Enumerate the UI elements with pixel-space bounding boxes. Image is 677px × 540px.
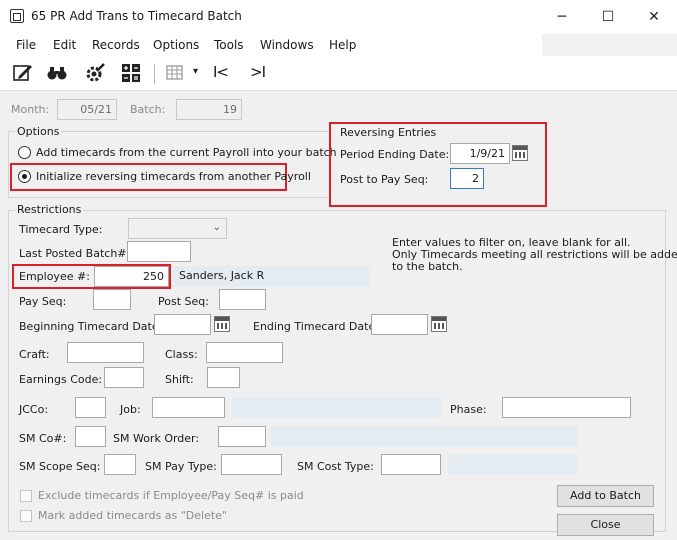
radio-add-current[interactable] bbox=[18, 146, 31, 159]
grid-dropdown-arrow[interactable]: ▾ bbox=[193, 66, 198, 77]
title-bar: 65 PR Add Trans to Timecard Batch ─ ☐ ✕ bbox=[0, 0, 677, 34]
menu-tools[interactable]: Tools bbox=[214, 38, 244, 52]
last-posted-batch-input[interactable] bbox=[127, 241, 191, 262]
shift-input[interactable] bbox=[207, 367, 240, 388]
post-to-pay-seq-label: Post to Pay Seq: bbox=[340, 173, 429, 186]
shift-label: Shift: bbox=[165, 373, 194, 386]
sm-pay-type-input[interactable] bbox=[221, 454, 282, 475]
exclude-paid-checkbox[interactable] bbox=[20, 490, 32, 502]
period-ending-date-input[interactable]: 1/9/21 bbox=[450, 143, 510, 164]
employee-name-value: Sanders, Jack R bbox=[179, 269, 265, 282]
timecard-type-label: Timecard Type: bbox=[19, 223, 103, 236]
last-record-button[interactable]: >I bbox=[250, 63, 266, 81]
last-posted-batch-label: Last Posted Batch#: bbox=[19, 247, 131, 260]
radio-initialize-reversing-label[interactable]: Initialize reversing timecards from anot… bbox=[36, 170, 311, 183]
first-record-button[interactable]: I< bbox=[213, 63, 229, 81]
class-input[interactable] bbox=[206, 342, 283, 363]
chevron-down-icon: ⌄ bbox=[212, 222, 221, 233]
batch-label: Batch: bbox=[130, 103, 166, 116]
mark-delete-checkbox[interactable] bbox=[20, 510, 32, 522]
toolbar-separator bbox=[154, 64, 155, 84]
sm-scope-seq-input[interactable] bbox=[104, 454, 136, 475]
sm-cost-type-description-display bbox=[448, 454, 578, 475]
post-to-pay-seq-value: 2 bbox=[472, 172, 479, 185]
batch-field: 19 bbox=[176, 99, 242, 120]
period-ending-date-value: 1/9/21 bbox=[469, 147, 505, 160]
sm-co-input[interactable] bbox=[75, 426, 106, 447]
menu-bar: File Edit Records Options Tools Windows … bbox=[0, 34, 677, 56]
app-icon bbox=[10, 9, 24, 23]
menu-file[interactable]: File bbox=[16, 38, 36, 52]
pay-seq-label: Pay Seq: bbox=[19, 295, 67, 308]
settings-icon[interactable] bbox=[84, 62, 106, 84]
calendar-icon[interactable] bbox=[431, 316, 447, 332]
reversing-entries-title: Reversing Entries bbox=[340, 126, 437, 139]
maximize-button[interactable]: ☐ bbox=[585, 0, 631, 34]
menu-records[interactable]: Records bbox=[92, 38, 140, 52]
month-label: Month: bbox=[11, 103, 50, 116]
batch-value: 19 bbox=[223, 103, 237, 116]
menu-help[interactable]: Help bbox=[329, 38, 356, 52]
timecard-type-select[interactable]: ⌄ bbox=[128, 218, 227, 239]
earnings-code-label: Earnings Code: bbox=[19, 373, 103, 386]
menu-windows[interactable]: Windows bbox=[260, 38, 314, 52]
post-to-pay-seq-input[interactable]: 2 bbox=[450, 168, 484, 189]
earnings-code-input[interactable] bbox=[104, 367, 144, 388]
job-label: Job: bbox=[120, 403, 141, 416]
sm-cost-type-label: SM Cost Type: bbox=[297, 460, 374, 473]
month-field: 05/21 bbox=[57, 99, 117, 120]
sm-work-order-label: SM Work Order: bbox=[113, 432, 200, 445]
minimize-button[interactable]: ─ bbox=[539, 0, 585, 34]
calendar-icon[interactable] bbox=[512, 145, 528, 161]
ending-timecard-date-label: Ending Timecard Date: bbox=[253, 320, 379, 333]
binoculars-icon[interactable] bbox=[46, 62, 68, 84]
sm-pay-type-label: SM Pay Type: bbox=[145, 460, 217, 473]
pay-seq-input[interactable] bbox=[93, 289, 131, 310]
beginning-timecard-date-label: Beginning Timecard Date: bbox=[19, 320, 163, 333]
post-seq-input[interactable] bbox=[219, 289, 266, 310]
options-title: Options bbox=[15, 125, 62, 138]
job-description-display bbox=[232, 397, 442, 418]
phase-label: Phase: bbox=[450, 403, 487, 416]
job-input[interactable] bbox=[152, 397, 225, 418]
sm-cost-type-input[interactable] bbox=[381, 454, 441, 475]
craft-label: Craft: bbox=[19, 348, 50, 361]
radio-add-current-label[interactable]: Add timecards from the current Payroll i… bbox=[36, 146, 337, 159]
restrictions-title: Restrictions bbox=[15, 203, 84, 216]
class-label: Class: bbox=[165, 348, 198, 361]
jcco-label: JCCo: bbox=[19, 403, 49, 416]
employee-number-label: Employee #: bbox=[19, 270, 90, 283]
month-value: 05/21 bbox=[80, 103, 112, 116]
employee-number-input[interactable]: 250 bbox=[94, 266, 169, 287]
toolbar: ▾ I< >I bbox=[0, 56, 677, 91]
menu-options[interactable]: Options bbox=[153, 38, 199, 52]
post-seq-label: Post Seq: bbox=[158, 295, 209, 308]
jcco-input[interactable] bbox=[75, 397, 106, 418]
close-button[interactable]: Close bbox=[557, 514, 654, 536]
restrictions-note-line3: to the batch. bbox=[392, 260, 463, 273]
grid-icon[interactable] bbox=[164, 62, 186, 84]
sm-co-label: SM Co#: bbox=[19, 432, 67, 445]
craft-input[interactable] bbox=[67, 342, 144, 363]
add-to-batch-button[interactable]: Add to Batch bbox=[557, 485, 654, 507]
ending-timecard-date-input[interactable] bbox=[371, 314, 428, 335]
edit-icon[interactable] bbox=[12, 62, 34, 84]
calendar-icon[interactable] bbox=[214, 316, 230, 332]
employee-name-display: Sanders, Jack R bbox=[171, 266, 369, 287]
mark-delete-label[interactable]: Mark added timecards as "Delete" bbox=[38, 509, 227, 522]
menu-edit[interactable]: Edit bbox=[53, 38, 76, 52]
window-title: 65 PR Add Trans to Timecard Batch bbox=[31, 9, 242, 23]
sm-work-order-description-display bbox=[271, 426, 578, 447]
sm-scope-seq-label: SM Scope Seq: bbox=[19, 460, 101, 473]
exclude-paid-label[interactable]: Exclude timecards if Employee/Pay Seq# i… bbox=[38, 489, 304, 502]
close-window-button[interactable]: ✕ bbox=[631, 0, 677, 34]
phase-input[interactable] bbox=[502, 397, 631, 418]
beginning-timecard-date-input[interactable] bbox=[154, 314, 211, 335]
employee-number-value: 250 bbox=[143, 270, 164, 283]
menu-bar-shade bbox=[542, 34, 677, 56]
period-ending-date-label: Period Ending Date: bbox=[340, 148, 450, 161]
calculator-icon[interactable] bbox=[120, 62, 142, 84]
sm-work-order-input[interactable] bbox=[218, 426, 266, 447]
radio-initialize-reversing[interactable] bbox=[18, 170, 31, 183]
